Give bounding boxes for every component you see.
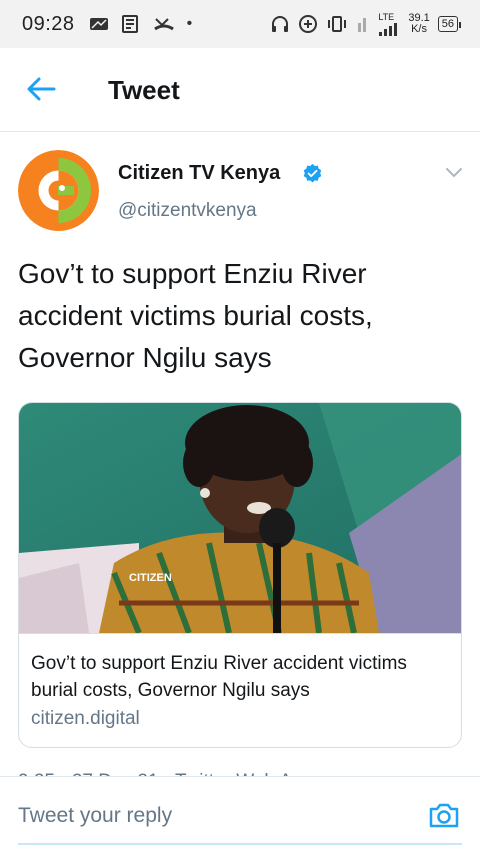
missed-call-icon [153,18,174,31]
signal-2-icon [379,22,398,36]
author-name[interactable]: Citizen TV Kenya [118,162,280,185]
card-image: CITIZEN [19,403,461,633]
verified-badge-icon [303,163,322,183]
reply-underline [18,843,462,845]
camera-icon[interactable] [428,800,460,830]
link-card[interactable]: CITIZEN Gov’t to support Enziu River acc… [18,402,462,748]
author-handle[interactable]: @citizentvkenya [118,200,257,222]
network-type: LTE [378,11,395,22]
battery-indicator: 56 [437,16,462,32]
card-domain: citizen.digital [31,708,140,729]
network-speed: 39.1 K/s [408,12,430,35]
news-icon [121,15,138,33]
reply-input[interactable]: Tweet your reply [18,804,172,828]
mail-icon [89,18,108,30]
card-title: Gov’t to support Enziu River accident vi… [31,653,407,701]
chevron-down-icon[interactable] [444,166,464,180]
vibrate-icon [328,16,347,32]
back-arrow-icon[interactable] [24,74,58,104]
citizen-logo-icon [18,150,99,231]
tweet-text: Gov’t to support Enziu River accident vi… [18,258,373,373]
page-title: Tweet [108,75,180,105]
avatar[interactable] [18,150,99,231]
data-saver-icon [299,15,318,33]
headphones-icon [272,16,289,32]
signal-1-icon [358,18,367,32]
status-bar: 09:28 • LTE 39.1 K/s 56 [0,0,480,48]
tweet-header: Tweet [0,48,480,132]
notification-dot-icon: • [186,15,193,32]
card-image-watermark: CITIZEN [129,572,172,584]
status-time: 09:28 [22,12,75,35]
